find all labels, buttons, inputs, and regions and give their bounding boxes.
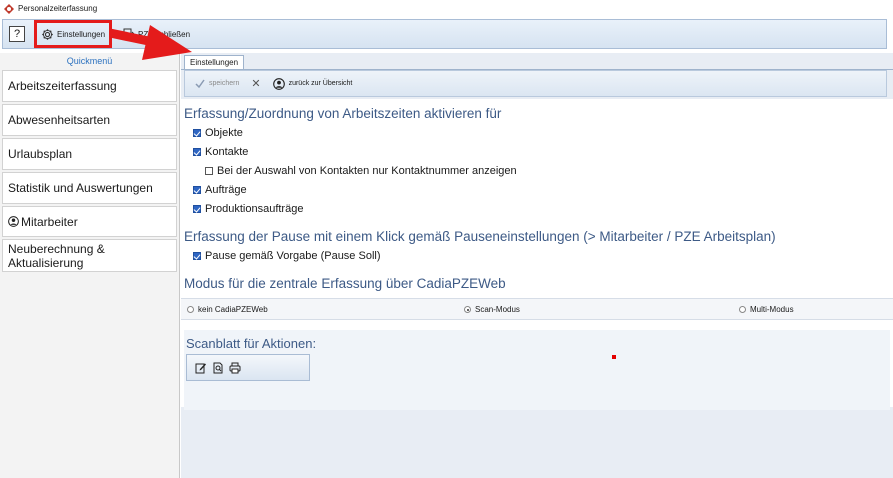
- settings-label: Einstellungen: [57, 29, 106, 39]
- checkbox-objekte[interactable]: Objekte: [193, 127, 243, 139]
- window-titlebar: Personalzeiterfassung: [0, 0, 893, 17]
- checkbox-label: Aufträge: [205, 184, 247, 196]
- checkbox-auftraege[interactable]: Aufträge: [193, 184, 247, 196]
- sidebar-item-label: Abwesenheitsarten: [8, 113, 111, 127]
- section-title-modus: Modus für die zentrale Erfassung über Ca…: [184, 276, 506, 291]
- checkbox-label: Pause gemäß Vorgabe (Pause Soll): [205, 250, 381, 262]
- checkbox-box[interactable]: [205, 167, 213, 175]
- sidebar-item-arbeitszeiterfassung[interactable]: Arbeitszeiterfassung: [2, 70, 177, 102]
- checkbox-pause-vorgabe[interactable]: Pause gemäß Vorgabe (Pause Soll): [193, 250, 381, 262]
- close-pze-button[interactable]: PZE schließen: [119, 23, 194, 45]
- scan-sheet-toolbar: [186, 354, 310, 381]
- back-label: zurück zur Übersicht: [288, 80, 353, 87]
- sidebar-item-label: Arbeitszeiterfassung: [8, 79, 117, 93]
- main-toolbar: ? Einstellungen PZE schließen: [2, 19, 887, 49]
- check-icon: [195, 79, 205, 88]
- annotation-dot: [612, 355, 616, 359]
- checkbox-label: Kontakte: [205, 146, 249, 158]
- radio-label: kein CadiaPZEWeb: [198, 305, 268, 314]
- sidebar-item-statistik[interactable]: Statistik und Auswertungen: [2, 172, 177, 204]
- radio-label: Multi-Modus: [750, 305, 794, 314]
- checkbox-label: Objekte: [205, 127, 243, 139]
- settings-actionbar: speichern ✕ zurück zur Übersicht: [184, 70, 887, 97]
- user-icon: [8, 216, 19, 227]
- tab-einstellungen[interactable]: Einstellungen: [184, 55, 245, 70]
- checkbox-label: Produktionsaufträge: [205, 203, 304, 215]
- window-title: Personalzeiterfassung: [18, 4, 98, 13]
- checkbox-produktionsauftraege[interactable]: Produktionsaufträge: [193, 203, 303, 215]
- settings-panel: Einstellungen speichern ✕ zurück zur Übe…: [181, 53, 893, 478]
- scan-sheet-title: Scanblatt für Aktionen:: [186, 336, 317, 351]
- radio-multi-modus[interactable]: Multi-Modus: [739, 305, 794, 314]
- back-to-overview-button[interactable]: zurück zur Übersicht: [272, 77, 353, 90]
- gear-icon: [42, 28, 53, 40]
- sidebar-item-urlaubsplan[interactable]: Urlaubsplan: [2, 138, 177, 170]
- sidebar-item-abwesenheitsarten[interactable]: Abwesenheitsarten: [2, 104, 177, 136]
- sidebar-item-label: Statistik und Auswertungen: [8, 181, 153, 195]
- checkbox-box[interactable]: [193, 205, 201, 213]
- radio-scan-modus[interactable]: Scan-Modus: [464, 305, 520, 314]
- checkbox-box[interactable]: [193, 252, 201, 260]
- checkbox-box[interactable]: [193, 148, 201, 156]
- user-icon: [272, 77, 285, 90]
- sidebar-item-neuberechnung[interactable]: Neuberechnung & Aktualisierung: [2, 239, 177, 272]
- close-icon: ✕: [251, 78, 261, 90]
- help-button[interactable]: ?: [9, 26, 25, 42]
- save-label: speichern: [209, 80, 240, 87]
- cancel-button[interactable]: ✕: [251, 77, 260, 90]
- preview-icon[interactable]: [212, 362, 224, 374]
- radio-dot[interactable]: [187, 306, 194, 313]
- save-button[interactable]: speichern: [195, 79, 239, 89]
- scan-sheet-panel: Scanblatt für Aktionen:: [184, 330, 890, 410]
- print-icon[interactable]: [229, 362, 241, 374]
- checkbox-nur-kontaktnummer[interactable]: Bei der Auswahl von Kontakten nur Kontak…: [205, 165, 517, 177]
- checkbox-kontakte[interactable]: Kontakte: [193, 146, 248, 158]
- exit-icon: [123, 28, 135, 40]
- checkbox-box[interactable]: [193, 129, 201, 137]
- radio-dot[interactable]: [739, 306, 746, 313]
- close-pze-label: PZE schließen: [138, 29, 191, 39]
- sidebar-item-label: Mitarbeiter: [21, 214, 78, 229]
- quickmenu-header: Quickmenü: [66, 56, 113, 66]
- edit-icon[interactable]: [195, 362, 207, 374]
- radio-dot[interactable]: [464, 306, 471, 313]
- checkbox-box[interactable]: [193, 186, 201, 194]
- sidebar-item-label: Urlaubsplan: [8, 147, 73, 161]
- settings-button[interactable]: Einstellungen: [33, 20, 113, 48]
- sidebar-item-label: Neuberechnung & Aktualisierung: [8, 242, 105, 270]
- sidebar-item-mitarbeiter[interactable]: Mitarbeiter: [2, 206, 177, 237]
- mode-radio-group: kein CadiaPZEWeb Scan-Modus Multi-Modus: [181, 298, 893, 320]
- quickmenu-sidebar: Quickmenü Arbeitszeiterfassung Abwesenhe…: [0, 53, 180, 478]
- section-title-arbeitszeiten: Erfassung/Zuordnung von Arbeitszeiten ak…: [184, 106, 502, 121]
- radio-kein-cadiapzeweb[interactable]: kein CadiaPZEWeb: [187, 305, 268, 314]
- radio-label: Scan-Modus: [475, 305, 520, 314]
- section-title-pause: Erfassung der Pause mit einem Klick gemä…: [184, 229, 776, 244]
- checkbox-label: Bei der Auswahl von Kontakten nur Kontak…: [217, 165, 517, 177]
- app-icon: [4, 3, 14, 14]
